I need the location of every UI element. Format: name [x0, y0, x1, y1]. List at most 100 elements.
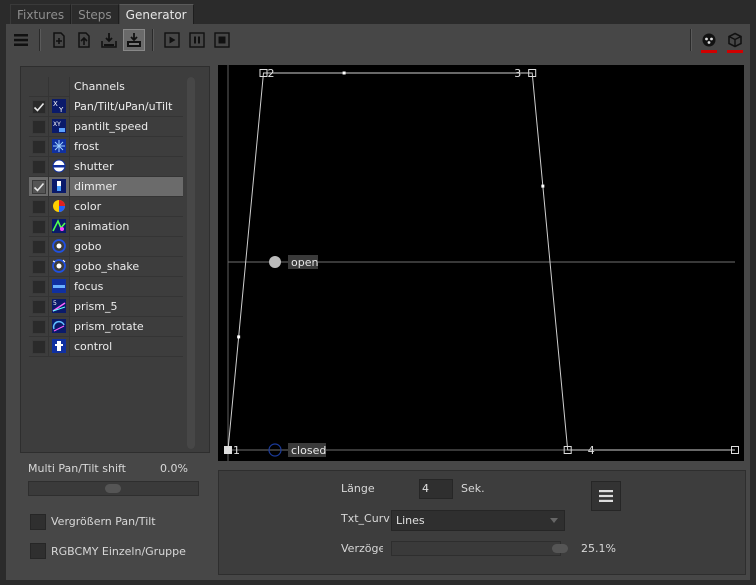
channel-icon-cell — [49, 317, 70, 336]
channel-row[interactable]: focus — [29, 277, 183, 297]
channel-row[interactable]: frost — [29, 137, 183, 157]
tab-fixtures[interactable]: Fixtures — [10, 4, 72, 25]
dimmer-icon — [52, 179, 66, 193]
menu-icon[interactable] — [10, 29, 32, 51]
save-icon[interactable] — [123, 29, 145, 51]
svg-text:X: X — [53, 100, 58, 108]
svg-text:Y: Y — [58, 106, 64, 113]
shift-slider-knob[interactable] — [105, 484, 121, 493]
channel-label: dimmer — [74, 180, 117, 193]
zoom-pantilt-checkbox[interactable] — [30, 514, 46, 530]
channel-checkbox[interactable] — [32, 200, 46, 214]
fixture-icon[interactable] — [698, 29, 720, 53]
import-icon[interactable] — [73, 29, 95, 51]
xy-icon: XY — [52, 99, 66, 113]
stop-icon[interactable] — [211, 29, 233, 51]
channel-checkbox[interactable] — [32, 340, 46, 354]
shift-label: Multi Pan/Tilt shift — [28, 462, 126, 475]
curve-handle[interactable] — [541, 184, 545, 188]
toolbar-divider — [152, 29, 154, 51]
export-icon[interactable] — [98, 29, 120, 51]
curve-menu-button[interactable] — [591, 481, 621, 511]
new-icon[interactable] — [48, 29, 70, 51]
channel-list-scroll-thumb[interactable] — [187, 77, 195, 449]
curve-graph[interactable]: 1 2 3 4 open closed — [218, 65, 744, 461]
channel-checkbox[interactable] — [32, 140, 46, 154]
channel-label: color — [74, 200, 102, 213]
checkmark-icon — [33, 182, 45, 192]
channel-checkbox[interactable] — [32, 180, 46, 194]
channel-check-cell — [29, 237, 49, 256]
channel-label: gobo — [74, 240, 102, 253]
channel-check-cell — [29, 197, 49, 216]
curve-type-label: Txt_Curv — [341, 512, 390, 525]
channel-row[interactable]: shutter — [29, 157, 183, 177]
channel-icon-cell — [49, 157, 70, 176]
open-marker[interactable] — [269, 256, 281, 268]
length-label: Länge — [341, 482, 375, 495]
channel-row[interactable]: control — [29, 337, 183, 357]
channel-icon-cell — [49, 197, 70, 216]
delay-slider-knob[interactable] — [552, 544, 568, 553]
curve-point-label: 2 — [267, 67, 274, 80]
channel-row[interactable]: 5 prism_5 — [29, 297, 183, 317]
channel-row[interactable]: gobo — [29, 237, 183, 257]
channel-row[interactable]: color — [29, 197, 183, 217]
channel-row[interactable]: X Y Pan/Tilt/uPan/uTilt — [29, 97, 183, 117]
delay-slider[interactable] — [391, 541, 568, 556]
channel-checkbox[interactable] — [32, 100, 46, 114]
settings-panel: Länge 4 Sek. Txt_Curv Lines Verzöger 25.… — [218, 470, 746, 575]
channel-checkbox[interactable] — [32, 120, 46, 134]
channel-label: animation — [74, 220, 130, 233]
curve-handle[interactable] — [342, 71, 346, 75]
checkmark-icon — [33, 102, 45, 112]
tab-generator[interactable]: Generator — [118, 4, 194, 25]
tab-steps[interactable]: Steps — [71, 4, 119, 25]
channel-row[interactable]: gobo_shake — [29, 257, 183, 277]
gobo-shake-icon — [52, 259, 66, 273]
rgbcmy-label: RGBCMY Einzeln/Gruppe — [51, 545, 186, 558]
channel-check-cell — [29, 157, 49, 176]
curve-point[interactable] — [224, 446, 232, 454]
channel-check-cell — [29, 137, 49, 156]
open-label: open — [291, 256, 318, 269]
channel-label: control — [74, 340, 113, 353]
channel-list-scrollbar[interactable] — [187, 77, 195, 449]
channel-row[interactable]: XY pantilt_speed — [29, 117, 183, 137]
cube-icon[interactable] — [724, 29, 746, 53]
channel-check-cell — [29, 317, 49, 336]
pause-icon[interactable] — [186, 29, 208, 51]
toolbar-divider — [39, 29, 41, 51]
zoom-pantilt-label: Vergrößern Pan/Tilt — [51, 515, 156, 528]
curve-handle[interactable] — [237, 335, 241, 339]
curve-type-select[interactable]: Lines — [391, 510, 565, 531]
channel-checkbox[interactable] — [32, 320, 46, 334]
channel-icon-cell — [49, 217, 70, 236]
shift-slider[interactable] — [28, 481, 199, 496]
play-icon[interactable] — [161, 29, 183, 51]
length-input[interactable]: 4 — [419, 479, 453, 499]
channel-row[interactable]: prism_rotate — [29, 317, 183, 337]
channel-check-cell — [29, 217, 49, 236]
prism-icon: 5 — [52, 299, 66, 313]
channel-icon-cell — [49, 177, 70, 196]
channel-label: shutter — [74, 160, 114, 173]
channel-label: pantilt_speed — [74, 120, 149, 133]
rgbcmy-checkbox[interactable] — [30, 543, 46, 559]
channel-row[interactable]: animation — [29, 217, 183, 237]
gobo-icon — [52, 239, 66, 253]
channel-checkbox[interactable] — [32, 280, 46, 294]
channel-row[interactable]: dimmer — [29, 177, 183, 197]
channel-checkbox[interactable] — [32, 260, 46, 274]
curve-point-label: 1 — [233, 444, 240, 457]
delay-label: Verzöger — [341, 542, 383, 555]
channel-check-cell — [29, 337, 49, 356]
channel-checkbox[interactable] — [32, 160, 46, 174]
channel-checkbox[interactable] — [32, 220, 46, 234]
curve-editor[interactable]: 1 2 3 4 open closed — [218, 65, 744, 461]
channel-checkbox[interactable] — [32, 300, 46, 314]
channel-icon-cell — [49, 237, 70, 256]
channel-checkbox[interactable] — [32, 240, 46, 254]
toolbar-divider — [690, 29, 692, 51]
header-check-column — [29, 77, 49, 97]
